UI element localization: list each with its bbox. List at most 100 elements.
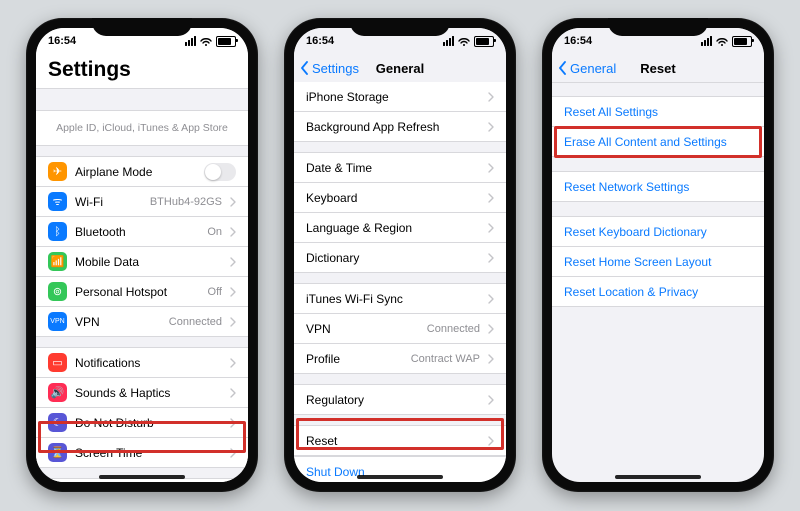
chevron-right-icon (488, 223, 494, 233)
row-label: Personal Hotspot (75, 285, 200, 299)
settings-row-mobile-data[interactable]: 📶Mobile Data (36, 247, 248, 277)
chevron-right-icon (230, 227, 236, 237)
row-label: Airplane Mode (75, 165, 196, 179)
row-vpn[interactable]: VPN Connected (294, 314, 506, 344)
vpn-icon: VPN (48, 312, 67, 331)
apple-id-row[interactable]: Apple ID, iCloud, iTunes & App Store (36, 111, 248, 145)
phone-reset: 16:54 General Reset Reset All Settings E… (542, 18, 774, 492)
row-label: Screen Time (75, 446, 222, 460)
row-erase-all-content-and-settings[interactable]: Erase All Content and Settings (552, 127, 764, 156)
status-time: 16:54 (48, 35, 76, 47)
sound-icon: 🔊 (48, 383, 67, 402)
row-profile[interactable]: Profile Contract WAP (294, 344, 506, 373)
row-label: Reset All Settings (564, 105, 752, 119)
chevron-right-icon (488, 92, 494, 102)
settings-row-wi-fi[interactable]: ᯤWi-FiBTHub4-92GS (36, 187, 248, 217)
row-label: Regulatory (306, 393, 480, 407)
settings-row-sounds-haptics[interactable]: 🔊Sounds & Haptics (36, 378, 248, 408)
phone-general: 16:54 Settings General iPhone Storage Ba… (284, 18, 516, 492)
row-label: iPhone Storage (306, 90, 480, 104)
chevron-right-icon (230, 317, 236, 327)
chevron-right-icon (230, 257, 236, 267)
row-iphone-storage[interactable]: iPhone Storage (294, 82, 506, 112)
home-indicator[interactable] (357, 475, 443, 479)
settings-row-screen-time[interactable]: ⏳Screen Time (36, 438, 248, 467)
chevron-right-icon (230, 418, 236, 428)
battery-icon (474, 36, 494, 47)
back-button[interactable]: Settings (300, 61, 359, 76)
chevron-right-icon (488, 395, 494, 405)
chevron-right-icon (488, 436, 494, 446)
chevron-right-icon (488, 253, 494, 263)
back-button[interactable]: General (558, 61, 616, 76)
settings-row-notifications[interactable]: ▭Notifications (36, 348, 248, 378)
chevron-right-icon (230, 287, 236, 297)
wifi-icon: ᯤ (48, 192, 67, 211)
back-label: General (570, 61, 616, 76)
nav-title: Reset (640, 61, 675, 76)
settings-row-vpn[interactable]: VPNVPNConnected (36, 307, 248, 336)
row-label: Profile (306, 352, 403, 366)
settings-row-do-not-disturb[interactable]: ☾Do Not Disturb (36, 408, 248, 438)
settings-row-personal-hotspot[interactable]: ⊚ Personal Hotspot Off (36, 277, 248, 307)
row-label: VPN (75, 315, 161, 329)
back-chevron-icon (300, 61, 310, 75)
home-indicator[interactable] (615, 475, 701, 479)
row-value: On (207, 226, 222, 238)
row-label: Erase All Content and Settings (564, 135, 752, 149)
row-label: Do Not Disturb (75, 416, 222, 430)
row-reset-location-privacy[interactable]: Reset Location & Privacy (552, 277, 764, 306)
row-keyboard[interactable]: Keyboard (294, 183, 506, 213)
row-label: Reset (306, 434, 480, 448)
notif-icon: ▭ (48, 353, 67, 372)
status-time: 16:54 (306, 35, 334, 47)
row-label: Reset Network Settings (564, 180, 752, 194)
row-label: Keyboard (306, 191, 480, 205)
reset-list[interactable]: Reset All Settings Erase All Content and… (552, 82, 764, 482)
battery-icon (216, 36, 236, 47)
row-reset-home-screen-layout[interactable]: Reset Home Screen Layout (552, 247, 764, 277)
row-label: Bluetooth (75, 225, 199, 239)
settings-row-bluetooth[interactable]: ᛒBluetoothOn (36, 217, 248, 247)
nav-bar: Settings General (294, 54, 506, 83)
row-dictionary[interactable]: Dictionary (294, 243, 506, 272)
chevron-right-icon (230, 358, 236, 368)
row-label: Date & Time (306, 161, 480, 175)
row-label: Reset Keyboard Dictionary (564, 225, 752, 239)
hotspot-icon: ⊚ (48, 282, 67, 301)
chevron-right-icon (488, 163, 494, 173)
settings-row-airplane-mode[interactable]: ✈︎Airplane Mode (36, 157, 248, 187)
row-date-time[interactable]: Date & Time (294, 153, 506, 183)
notch (350, 18, 450, 36)
row-background-app-refresh[interactable]: Background App Refresh (294, 112, 506, 141)
home-indicator[interactable] (99, 475, 185, 479)
settings-row-general[interactable]: ⚙︎General (36, 479, 248, 482)
row-label: iTunes Wi-Fi Sync (306, 292, 480, 306)
row-reset[interactable]: Reset (294, 426, 506, 455)
nav-title: General (376, 61, 424, 76)
row-value: Contract WAP (411, 353, 480, 365)
toggle[interactable] (204, 163, 236, 181)
row-reset-network-settings[interactable]: Reset Network Settings (552, 172, 764, 201)
row-label: VPN (306, 322, 419, 336)
row-value: Connected (427, 323, 480, 335)
notch (608, 18, 708, 36)
status-time: 16:54 (564, 35, 592, 47)
back-chevron-icon (558, 61, 568, 75)
chevron-right-icon (488, 324, 494, 334)
general-list[interactable]: iPhone Storage Background App Refresh Da… (294, 82, 506, 482)
chevron-right-icon (488, 354, 494, 364)
nav-bar: General Reset (552, 54, 764, 83)
row-reset-all-settings[interactable]: Reset All Settings (552, 97, 764, 127)
chevron-right-icon (488, 122, 494, 132)
row-reset-keyboard-dictionary[interactable]: Reset Keyboard Dictionary (552, 217, 764, 247)
wifi-icon (716, 37, 728, 46)
row-language-region[interactable]: Language & Region (294, 213, 506, 243)
phone-settings: 16:54 Settings Apple ID, iCloud, iTunes … (26, 18, 258, 492)
row-regulatory[interactable]: Regulatory (294, 385, 506, 414)
notch (92, 18, 192, 36)
row-value: Off (208, 286, 222, 298)
settings-list[interactable]: Apple ID, iCloud, iTunes & App Store ✈︎A… (36, 110, 248, 482)
row-itunes-wi-fi-sync[interactable]: iTunes Wi-Fi Sync (294, 284, 506, 314)
row-label: Reset Home Screen Layout (564, 255, 752, 269)
